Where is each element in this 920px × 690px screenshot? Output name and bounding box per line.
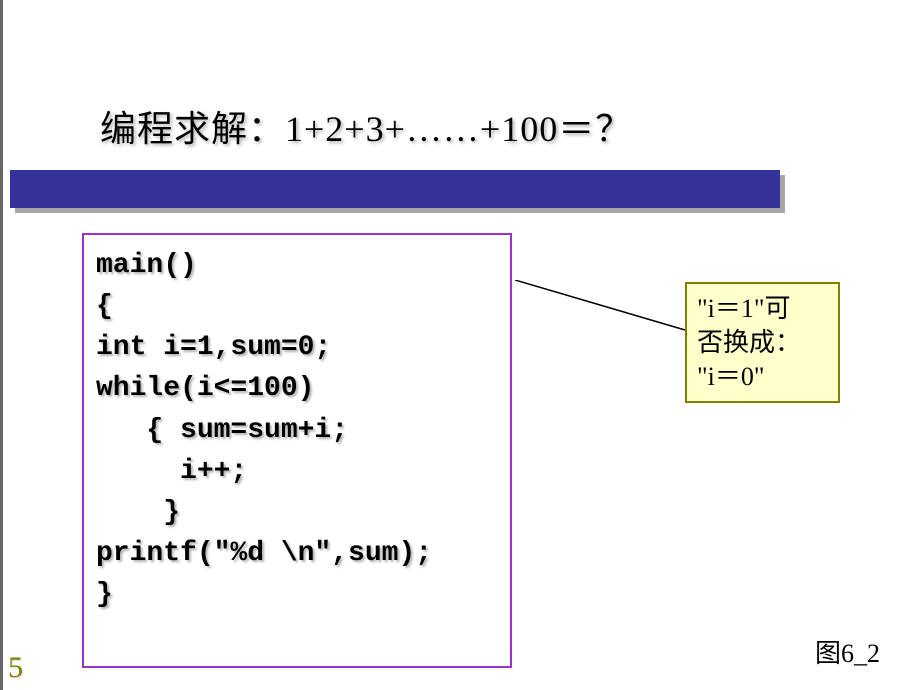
- code-line-6: i++;: [96, 451, 498, 492]
- code-line-5: { sum=sum+i;: [96, 410, 498, 451]
- figure-label: 图6_2: [815, 633, 880, 670]
- callout-connector-line: [515, 280, 690, 335]
- code-line-8: printf("%d \n",sum);: [96, 533, 498, 574]
- code-line-7: }: [96, 492, 498, 533]
- code-line-1: main(): [96, 245, 498, 286]
- callout-text-1: "i＝1"可: [697, 292, 828, 326]
- left-accent-bar: [0, 0, 3, 690]
- title-underline: [10, 170, 780, 208]
- callout-annotation: "i＝1"可 否换成： "i＝0": [685, 282, 840, 403]
- callout-text-2: 否换成：: [697, 326, 828, 360]
- page-number: 5: [8, 651, 23, 685]
- callout-text-3: "i＝0": [697, 360, 828, 394]
- slide-title-area: 编程求解：1+2+3+……+100＝？: [100, 100, 820, 152]
- code-line-4: while(i<=100): [96, 368, 498, 409]
- code-block: main() { int i=1,sum=0; while(i<=100) { …: [82, 233, 512, 668]
- slide-title: 编程求解：1+2+3+……+100＝？: [100, 109, 632, 149]
- code-line-2: {: [96, 286, 498, 327]
- code-line-3: int i=1,sum=0;: [96, 327, 498, 368]
- code-line-9: }: [96, 574, 498, 615]
